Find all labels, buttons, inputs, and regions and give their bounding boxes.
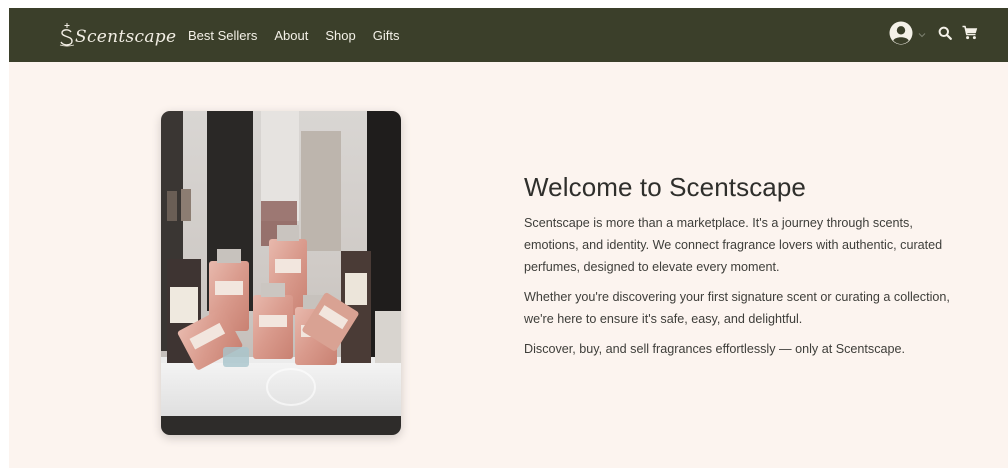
hero-perfume-image — [161, 111, 401, 435]
user-avatar-icon — [889, 21, 913, 50]
cart-button[interactable] — [962, 25, 978, 45]
top-navbar: Scentscape Best Sellers About Shop Gifts — [9, 8, 1008, 62]
hero-paragraph-tagline: Discover, buy, and sell fragrances effor… — [524, 342, 906, 356]
main-nav: Best Sellers About Shop Gifts — [188, 8, 416, 62]
brand-logo[interactable]: Scentscape — [57, 20, 176, 50]
cart-icon — [962, 25, 978, 45]
search-icon — [938, 26, 952, 45]
hero-paragraph-intro: Scentscape is more than a marketplace. I… — [524, 216, 943, 274]
chevron-down-icon — [918, 32, 926, 38]
nav-actions — [889, 8, 978, 62]
nav-link-about[interactable]: About — [274, 28, 308, 43]
hero-paragraph-mission: Whether you're discovering your first si… — [524, 290, 950, 326]
hero-title: Welcome to Scentscape — [524, 172, 806, 202]
search-button[interactable] — [938, 26, 952, 45]
page-frame: Scentscape Best Sellers About Shop Gifts — [9, 8, 1008, 468]
brand-name: Scentscape — [75, 27, 177, 47]
nav-link-shop[interactable]: Shop — [325, 28, 355, 43]
nav-link-best-sellers[interactable]: Best Sellers — [188, 28, 257, 43]
perfume-bottle-logo-icon — [57, 20, 77, 50]
account-menu-button[interactable] — [889, 21, 926, 50]
nav-link-gifts[interactable]: Gifts — [373, 28, 400, 43]
hero-text-block: Welcome to Scentscape Scentscape is more… — [524, 172, 964, 368]
